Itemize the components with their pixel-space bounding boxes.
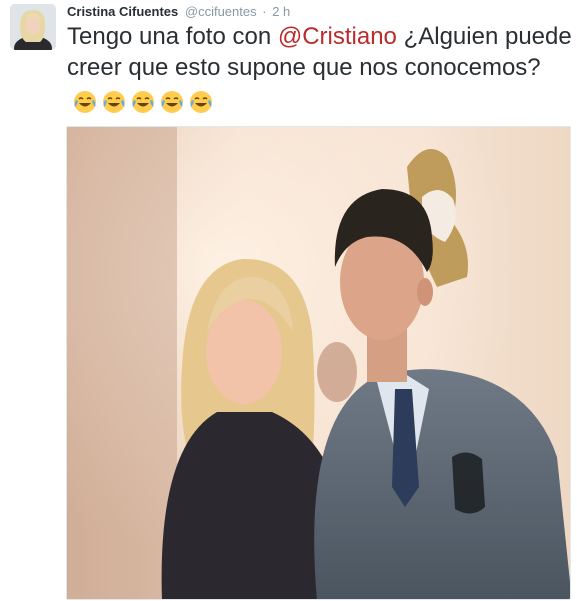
face-with-tears-of-joy-icon bbox=[189, 90, 213, 114]
avatar[interactable] bbox=[10, 4, 56, 50]
tweet-text-part1: Tengo una foto con bbox=[67, 23, 278, 50]
photo-image bbox=[67, 127, 570, 599]
mention-link[interactable]: @Cristiano bbox=[278, 23, 397, 50]
face-with-tears-of-joy-icon bbox=[131, 90, 155, 114]
tweet-photo[interactable] bbox=[66, 126, 571, 600]
timestamp-link[interactable]: 2 h bbox=[272, 4, 290, 19]
emoji-row bbox=[73, 85, 218, 116]
separator-dot: · bbox=[262, 4, 267, 19]
face-with-tears-of-joy-icon bbox=[102, 90, 126, 114]
author-name[interactable]: Cristina Cifuentes bbox=[67, 4, 178, 19]
tweet-header: Cristina Cifuentes @ccifuentes · 2 h bbox=[67, 3, 290, 20]
avatar-photo bbox=[10, 4, 56, 50]
face-with-tears-of-joy-icon bbox=[160, 90, 184, 114]
face-with-tears-of-joy-icon bbox=[73, 90, 97, 114]
author-handle[interactable]: @ccifuentes bbox=[185, 4, 257, 19]
tweet-text: Tengo una foto con @Cristiano ¿Alguien p… bbox=[67, 21, 572, 116]
